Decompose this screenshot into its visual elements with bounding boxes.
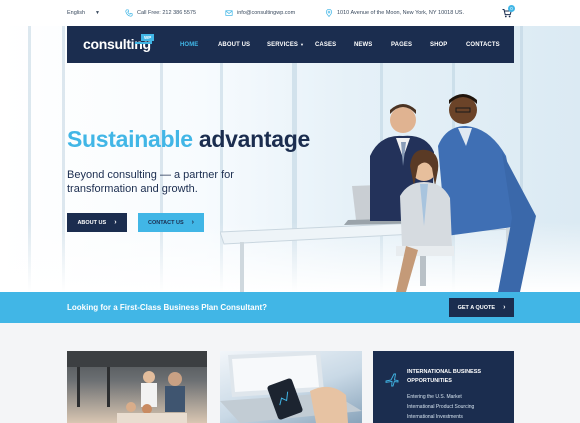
- laptop-chart-illustration: [220, 351, 362, 423]
- team-meeting-illustration: [67, 351, 207, 423]
- nav-item-services[interactable]: SERVICES ▼: [267, 42, 304, 48]
- get-a-quote-button[interactable]: GET A QUOTE ›: [449, 298, 514, 317]
- about-us-button-label: ABOUT US: [77, 219, 107, 226]
- about-us-button[interactable]: ABOUT US ›: [67, 213, 127, 232]
- nav-item-news[interactable]: NEWS: [354, 42, 372, 48]
- card-line-2[interactable]: International Product Sourcing: [407, 404, 474, 410]
- chevron-down-icon: ▼: [95, 10, 100, 16]
- logo-mark: [135, 41, 152, 44]
- cta-banner: Looking for a First-Class Business Plan …: [0, 292, 580, 323]
- cta-text: Looking for a First-Class Business Plan …: [67, 303, 268, 312]
- email-contact[interactable]: info@consultingwp.com: [225, 9, 295, 17]
- top-bar: English ▼ Call Free: 212 386 5575 info@co…: [0, 0, 580, 26]
- nav-item-home[interactable]: HOME: [180, 42, 198, 48]
- nav-item-about-us[interactable]: ABOUT US: [218, 42, 250, 48]
- language-label: English: [67, 10, 86, 16]
- international-business-card[interactable]: INTERNATIONAL BUSINESS OPPORTUNITIES Ent…: [373, 351, 514, 423]
- nav-item-contacts[interactable]: CONTACTS: [466, 42, 500, 48]
- address-text: 1010 Avenue of the Moon, New York, NY 10…: [337, 10, 464, 16]
- business-team-image: [220, 94, 536, 292]
- card-line-3[interactable]: International Investments: [407, 414, 463, 420]
- envelope-icon: [225, 10, 233, 16]
- address-contact: 1010 Avenue of the Moon, New York, NY 10…: [325, 9, 464, 17]
- phone-contact[interactable]: Call Free: 212 386 5575: [125, 9, 196, 17]
- plane-icon: [385, 373, 399, 387]
- hero-title-accent: Sustainable: [67, 126, 193, 152]
- contact-us-button[interactable]: CONTACT US ›: [138, 213, 204, 232]
- hero-title-rest: advantage: [198, 126, 310, 152]
- main-navigation: consulting WP HOME ABOUT US SERVICES ▼ CA…: [67, 26, 514, 63]
- logo-badge: WP: [141, 34, 155, 41]
- phone-text: Call Free: 212 386 5575: [137, 10, 197, 16]
- chevron-right-icon: ›: [191, 219, 194, 226]
- nav-services-label: SERVICES: [267, 42, 299, 48]
- map-pin-icon: [325, 9, 333, 17]
- nav-item-shop[interactable]: SHOP: [430, 42, 447, 48]
- hero-subtitle: Beyond consulting — a partner for transf…: [67, 169, 234, 195]
- chevron-right-icon: ›: [503, 304, 506, 311]
- card-title: INTERNATIONAL BUSINESS OPPORTUNITIES: [407, 369, 482, 384]
- nav-item-cases[interactable]: CASES: [315, 42, 336, 48]
- hero-title: Sustainable advantage: [67, 126, 310, 153]
- contact-us-button-label: CONTACT US: [148, 219, 184, 226]
- hero-section: [0, 26, 580, 292]
- email-text: info@consultingwp.com: [237, 10, 296, 16]
- laptop-chart-image[interactable]: [220, 351, 362, 423]
- nav-item-pages[interactable]: PAGES: [391, 42, 412, 48]
- get-a-quote-label: GET A QUOTE: [457, 304, 496, 311]
- phone-icon: [125, 9, 133, 17]
- team-meeting-image[interactable]: [67, 351, 207, 423]
- chevron-right-icon: ›: [114, 219, 117, 226]
- cart-count-badge: 0: [508, 5, 515, 12]
- card-line-1[interactable]: Entering the U.S. Market: [407, 394, 462, 400]
- chevron-down-icon: ▼: [300, 42, 305, 47]
- language-select[interactable]: English ▼: [67, 10, 100, 16]
